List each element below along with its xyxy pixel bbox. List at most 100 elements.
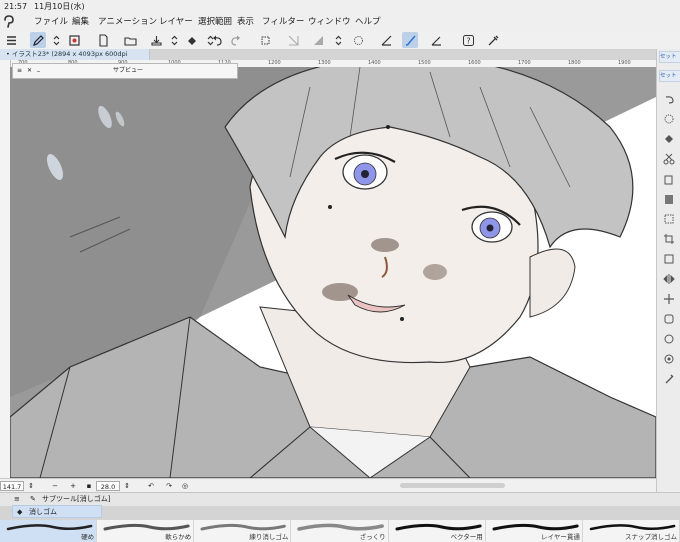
paste-icon[interactable] [661,191,677,207]
layer-icon[interactable] [661,311,677,327]
brush-stroke-preview [6,524,93,531]
redo-icon[interactable] [227,32,243,48]
transform-icon[interactable] [661,251,677,267]
chevron-updown-icon[interactable] [166,32,182,48]
menu-view[interactable]: 表示 [237,13,254,31]
rotate-right-icon[interactable]: ↷ [164,479,174,493]
illustration [10,67,656,478]
open-folder-icon[interactable] [122,32,138,48]
brush-label: スナップ消しゴム [624,533,677,541]
transform-icon[interactable] [257,32,273,48]
brush-tile[interactable]: レイヤー貫通 [486,520,583,542]
chevron-updown-icon[interactable]: ⇕ [122,479,132,493]
open-file-icon[interactable] [95,32,111,48]
help-icon[interactable]: ? [460,32,476,48]
select-none-icon[interactable] [285,32,301,48]
subtool-palette-header: ≡ ✎ サブツール[消しゴム] [0,492,680,506]
eyedropper-icon[interactable] [485,32,501,48]
brush-label: レイヤー貫通 [541,533,580,541]
brush-label: 硬め [81,533,95,541]
navigator-icon[interactable] [661,351,677,367]
drawing-canvas[interactable] [10,67,656,478]
brush-stroke-preview [103,523,190,531]
zoom-out-button[interactable]: − [50,479,60,493]
menu-help[interactable]: ヘルプ [355,13,381,31]
fill-icon[interactable] [184,32,200,48]
rotation-field[interactable]: 28.0 [96,481,120,491]
crop-icon[interactable] [661,231,677,247]
ruler-tick: 1800 [568,60,581,66]
menu-selection[interactable]: 選択範囲 [198,13,232,31]
invert-selection-icon[interactable] [310,32,326,48]
minimize-icon[interactable]: _ [37,62,40,76]
document-tab[interactable]: • イラスト23* (2894 x 4093px 600dpi 141.7%) [0,49,150,69]
ruler-tick: 1200 [268,60,281,66]
save-icon[interactable] [148,32,164,48]
reset-rotation-icon[interactable]: ◎ [180,479,190,493]
pen-tool-icon[interactable] [30,32,46,48]
horizontal-scrollbar[interactable] [400,483,505,488]
eraser-icon[interactable] [428,32,444,48]
ruler-icon[interactable] [378,32,394,48]
brush-label: 軟らかめ [165,533,192,541]
ruler-tick: 1700 [518,60,531,66]
grip-icon[interactable]: ≡ [17,64,22,78]
copy-icon[interactable] [661,171,677,187]
chevron-updown-icon[interactable]: ⇕ [26,479,36,493]
menu-icon[interactable] [3,32,19,48]
chevron-updown-icon[interactable] [48,32,64,48]
menu-window[interactable]: ウィンドウ [308,13,351,31]
brush-label: ざっくり [359,533,386,541]
ruler-tick: 1300 [318,60,331,66]
date: 11月10日(水) [34,2,85,11]
tab-set-1[interactable]: セット [659,51,680,63]
menu-filter[interactable]: フィルター [262,13,304,31]
menu-bar: ファイル 編集 アニメーション レイヤー 選択範囲 表示 フィルター ウィンドウ… [0,13,680,32]
brush-stroke-preview [297,523,385,531]
subview-panel[interactable]: ≡ ✕ _ サブビュー [12,63,238,79]
select-all-icon[interactable] [661,211,677,227]
fit-icon[interactable]: ▪ [84,479,94,493]
menu-file[interactable]: ファイル [34,13,68,31]
brush-label: 練り消しゴム [249,533,289,541]
menu-animation[interactable]: アニメーション [98,13,157,31]
brush-tile[interactable]: 練り消しゴム [194,520,292,542]
right-tool-panel: セット セット [656,49,680,493]
menu-layer[interactable]: レイヤー [159,13,193,31]
svg-text:?: ? [466,36,470,45]
flip-horizontal-icon[interactable] [661,271,677,287]
rotate-left-icon[interactable]: ↶ [146,479,156,493]
lasso-icon[interactable] [661,111,677,127]
scissors-icon[interactable] [661,151,677,167]
magic-lasso-icon[interactable] [350,32,366,48]
subtool-group-tab[interactable]: ◆ 消しゴム [12,505,102,518]
brush-icon[interactable] [402,32,418,48]
brush-tile[interactable]: 硬め [0,520,98,542]
brush-stroke-preview [395,523,482,531]
brush-tile[interactable]: ベクター用 [389,520,486,542]
ruler-tick: 1600 [468,60,481,66]
settings-icon[interactable] [661,371,677,387]
brush-tile[interactable]: スナップ消しゴム [583,520,680,542]
app-logo-icon[interactable] [2,15,16,29]
undo-icon[interactable] [209,32,225,48]
menu-edit[interactable]: 編集 [72,13,89,31]
ruler-tick: 1400 [368,60,381,66]
color-icon[interactable] [661,331,677,347]
zoom-field[interactable]: 141.7 [0,481,24,491]
brush-stroke-preview [492,523,579,531]
undo-icon[interactable] [661,91,677,107]
brush-stroke-preview [200,523,287,531]
zoom-in-button[interactable]: + [68,479,78,493]
move-icon[interactable] [661,291,677,307]
fill-bucket-icon[interactable] [661,131,677,147]
chevron-updown-icon[interactable] [330,32,346,48]
subtool-group-label: 消しゴム [29,508,57,516]
brush-tile[interactable]: ざっくり [291,520,389,542]
close-icon[interactable]: ✕ [27,64,32,78]
tab-set-2[interactable]: セット [659,70,680,82]
brush-tile[interactable]: 軟らかめ [97,520,195,542]
brush-stroke-preview [589,524,676,531]
new-file-icon[interactable] [66,32,82,48]
status-bar: 21:57 11月10日(水) [0,0,680,13]
